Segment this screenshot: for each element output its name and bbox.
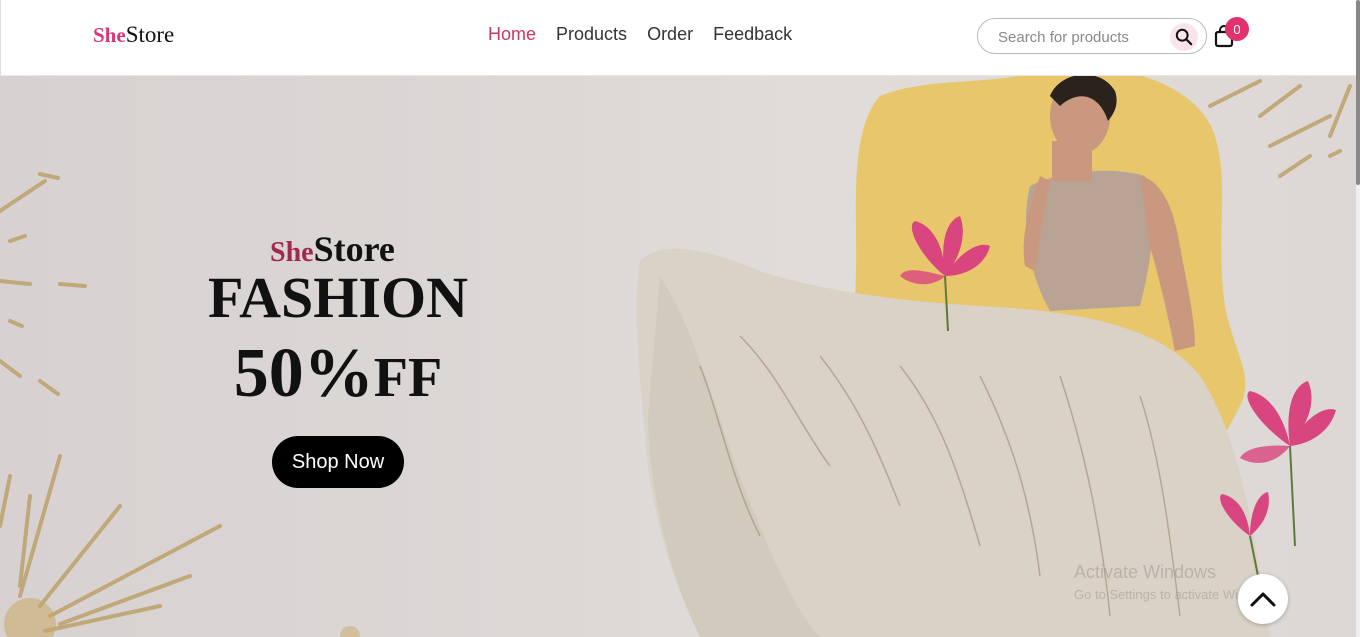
logo-she: She (93, 23, 126, 47)
site-header: SheStore Home Products Order Feedback 0 (0, 0, 1356, 76)
nav-home[interactable]: Home (488, 24, 536, 45)
hero-offer-percent: 50% (233, 335, 374, 412)
shop-now-button[interactable]: Shop Now (272, 436, 404, 488)
scrollbar-thumb[interactable] (1356, 0, 1360, 185)
hero-title: FASHION (208, 265, 468, 330)
hero-banner: SheStore FASHION 50%FF Shop Now Activate… (0, 76, 1356, 637)
logo-store: Store (125, 22, 175, 47)
search-input[interactable] (998, 26, 1158, 48)
chevron-up-icon (1250, 592, 1276, 607)
search-box (977, 18, 1207, 54)
nav-products[interactable]: Products (556, 24, 627, 45)
scroll-to-top-button[interactable] (1238, 574, 1288, 624)
search-icon (1175, 28, 1193, 46)
nav-feedback[interactable]: Feedback (713, 24, 792, 45)
hero-brand-store: Store (313, 229, 395, 269)
logo[interactable]: SheStore (93, 22, 174, 48)
cart-count-badge: 0 (1225, 17, 1249, 41)
search-button[interactable] (1170, 23, 1198, 51)
hero-offer: 50%FF (200, 334, 476, 414)
hero-offer-ff: FF (373, 347, 443, 409)
page-scrollbar[interactable] (1356, 0, 1360, 637)
main-nav: Home Products Order Feedback (488, 24, 792, 45)
nav-order[interactable]: Order (647, 24, 693, 45)
